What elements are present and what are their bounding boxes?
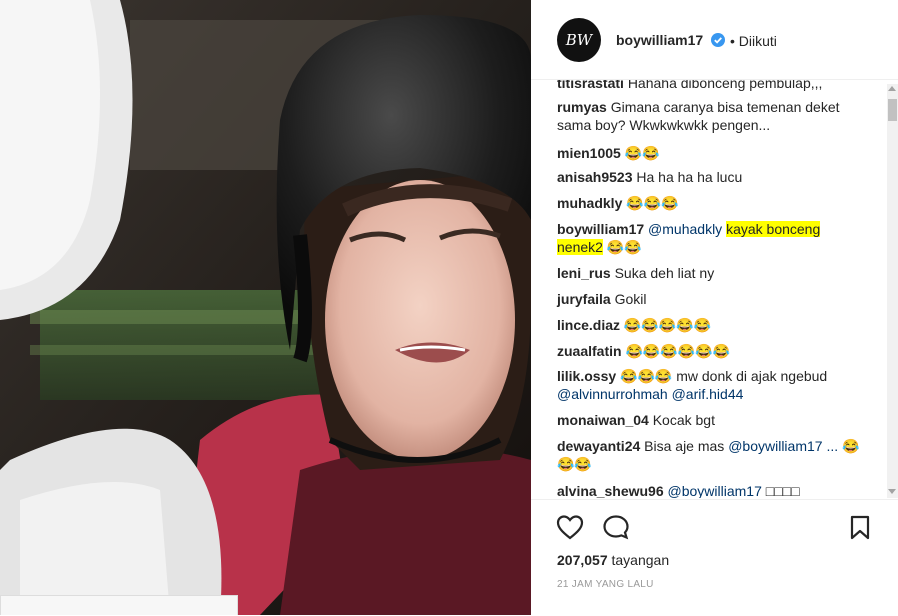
comment-username[interactable]: lince.diaz	[557, 317, 620, 333]
comment-username[interactable]: muhadkly	[557, 195, 622, 211]
comments-scrollbar[interactable]	[887, 84, 898, 498]
comment-text: Kocak bgt	[652, 412, 715, 428]
comment-text: Hahaha dibonceng pembulap,,,	[627, 80, 823, 91]
follow-status[interactable]: • Diikuti	[730, 33, 777, 49]
comment-text: 😂😂	[606, 239, 642, 255]
comment-text: Gokil	[614, 291, 647, 307]
post-header: BW boywilliam17 • Diikuti	[531, 0, 898, 80]
comment-icon[interactable]	[602, 514, 630, 540]
list-item: lilik.ossy 😂😂😂 mw donk di ajak ngebud @a…	[557, 367, 867, 403]
video-frame	[0, 0, 531, 615]
list-item: titisrastati Hahaha dibonceng pembulap,,…	[557, 80, 867, 92]
comment-text: 😂😂😂	[626, 195, 679, 211]
comment-username[interactable]: alvina_shewu96	[557, 483, 664, 498]
comment-text: Ha ha ha ha lucu	[636, 169, 743, 185]
list-item: alvina_shewu96 @boywilliam17 □□□□	[557, 482, 867, 498]
list-item: dewayanti24 Bisa aje mas @boywilliam17 .…	[557, 437, 867, 473]
post-sidebar: BW boywilliam17 • Diikuti titisrastati H…	[531, 0, 898, 615]
post-actions: 207,057 tayangan 21 JAM YANG LALU	[531, 499, 898, 616]
list-item: mien1005 😂😂	[557, 144, 867, 162]
list-item: leni_rus Suka deh liat ny	[557, 264, 867, 282]
comment-username[interactable]: monaiwan_04	[557, 412, 649, 428]
comment-list[interactable]: titisrastati Hahaha dibonceng pembulap,,…	[531, 80, 887, 498]
comment-username[interactable]: rumyas	[557, 99, 607, 115]
list-item: lince.diaz 😂😂😂😂😂	[557, 316, 867, 334]
post-video[interactable]	[0, 0, 531, 615]
comment-text: 😂😂😂 mw donk di ajak ngebud	[620, 368, 828, 384]
heart-icon[interactable]	[556, 514, 584, 540]
list-item: muhadkly 😂😂😂	[557, 194, 867, 212]
verified-icon	[711, 33, 725, 47]
list-item: monaiwan_04 Kocak bgt	[557, 411, 867, 429]
bottom-popup	[0, 595, 238, 615]
scroll-down-arrow-icon[interactable]	[888, 489, 896, 494]
list-item: zuaalfatin 😂😂😂😂😂😂	[557, 342, 867, 360]
comment-username[interactable]: boywilliam17	[557, 221, 644, 237]
avatar[interactable]: BW	[557, 18, 601, 62]
list-item: anisah9523 Ha ha ha ha lucu	[557, 168, 867, 186]
comment-text: Bisa aje mas	[644, 438, 725, 454]
scrollbar-thumb[interactable]	[888, 99, 897, 121]
comment-username[interactable]: juryfaila	[557, 291, 611, 307]
comment-mention[interactable]: @boywilliam17 ...	[728, 438, 838, 454]
bookmark-icon[interactable]	[849, 515, 871, 541]
comment-username[interactable]: lilik.ossy	[557, 368, 616, 384]
comment-username[interactable]: dewayanti24	[557, 438, 640, 454]
comment-text: Suka deh liat ny	[614, 265, 715, 281]
comment-text: 😂😂😂😂😂😂	[625, 343, 731, 359]
comment-mention[interactable]: @muhadkly	[648, 221, 722, 237]
comment-text: □□□□	[765, 483, 800, 498]
comment-username[interactable]: anisah9523	[557, 169, 633, 185]
list-item: rumyas Gimana caranya bisa temenan deket…	[557, 98, 867, 134]
post-timestamp[interactable]: 21 JAM YANG LALU	[557, 579, 654, 590]
comment-username[interactable]: leni_rus	[557, 265, 611, 281]
views-label: tayangan	[611, 552, 670, 568]
comment-mention[interactable]: @alvinnurrohmah @arif.hid44	[557, 386, 743, 402]
list-item: juryfaila Gokil	[557, 290, 867, 308]
comment-text: 😂😂	[624, 145, 660, 161]
username-link[interactable]: boywilliam17	[616, 32, 703, 48]
comment-text: 😂😂😂😂😂	[623, 317, 712, 333]
view-count[interactable]: 207,057 tayangan	[557, 552, 669, 568]
scroll-up-arrow-icon[interactable]	[888, 86, 896, 91]
comment-username[interactable]: zuaalfatin	[557, 343, 622, 359]
comment-username[interactable]: titisrastati	[557, 80, 624, 91]
list-item: boywilliam17 @muhadkly kayak bonceng nen…	[557, 220, 867, 256]
comment-mention[interactable]: @boywilliam17	[668, 483, 762, 498]
views-number: 207,057	[557, 552, 608, 568]
comment-username[interactable]: mien1005	[557, 145, 621, 161]
